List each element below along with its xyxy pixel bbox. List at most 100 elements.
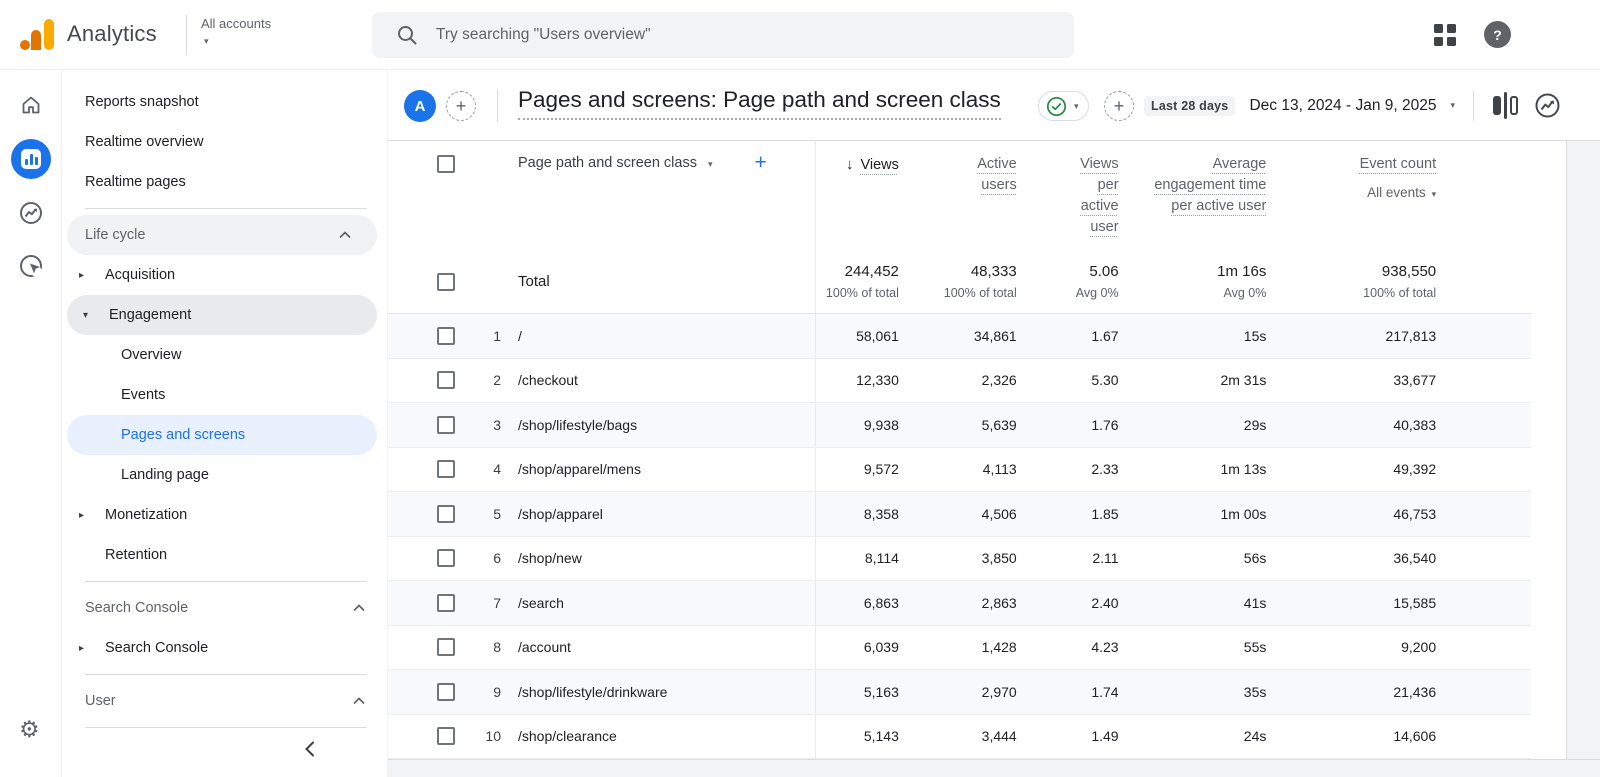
avg-engagement-value: 1m 13s [1220, 461, 1266, 477]
views-value: 58,061 [856, 328, 899, 344]
page-path: /shop/new [518, 550, 582, 566]
row-checkbox[interactable] [437, 683, 455, 701]
help-icon[interactable] [1484, 21, 1511, 48]
avg-engagement-value: 29s [1244, 417, 1267, 433]
dimension-header[interactable]: Page path and screen class [518, 155, 697, 171]
add-report-button[interactable] [1104, 91, 1134, 121]
active-users-value: 3,850 [982, 550, 1017, 566]
table-row: 1 / 58,061 34,861 1.67 15s 217,813 [388, 314, 1531, 359]
table-row: 7 /search 6,863 2,863 2.40 41s 15,585 [388, 581, 1531, 626]
row-checkbox[interactable] [437, 727, 455, 745]
row-checkbox[interactable] [437, 549, 455, 567]
avg-engagement-value: 1m 00s [1220, 506, 1266, 522]
views-per-active-user-value: 1.49 [1091, 728, 1118, 744]
sidebar-item-realtime-pages[interactable]: Realtime pages [63, 162, 387, 202]
brand-title: Analytics [67, 21, 157, 47]
sidebar-item-landing-page[interactable]: Landing page [63, 455, 387, 495]
event-count-value: 9,200 [1401, 639, 1436, 655]
check-circle-icon [1046, 96, 1067, 117]
insights-icon[interactable] [1533, 91, 1562, 120]
sidebar-nav: Reports snapshot Realtime overview Realt… [63, 70, 388, 777]
avg-engagement-value: 56s [1244, 550, 1267, 566]
date-range-value[interactable]: Dec 13, 2024 - Jan 9, 2025 [1249, 97, 1436, 115]
row-checkbox[interactable] [437, 594, 455, 612]
page-path: /search [518, 595, 564, 611]
sidebar-item-search-console[interactable]: Search Console [63, 628, 387, 668]
chevron-down-icon[interactable] [1450, 100, 1455, 111]
add-dimension-icon[interactable] [754, 154, 766, 172]
sidebar-item-label: Acquisition [105, 267, 175, 283]
column-header-views[interactable]: Views [816, 141, 899, 250]
column-header-views-per-active-user[interactable]: Views per active user [1017, 141, 1119, 250]
event-filter-select[interactable]: All events [1367, 182, 1436, 205]
home-icon[interactable] [19, 93, 43, 117]
row-checkbox[interactable] [437, 460, 455, 478]
search-bar[interactable] [372, 12, 1074, 58]
sidebar-item-engagement[interactable]: Engagement [67, 295, 377, 335]
advertising-icon[interactable] [18, 253, 44, 279]
sidebar-item-monetization[interactable]: Monetization [63, 495, 387, 535]
sidebar-item-retention[interactable]: Retention [63, 535, 387, 575]
table-row: 5 /shop/apparel 8,358 4,506 1.85 1m 00s … [388, 492, 1531, 537]
report-header: A Pages and screens: Page path and scree… [388, 70, 1600, 141]
add-comparison-button[interactable] [446, 91, 476, 121]
select-all-checkbox[interactable] [437, 155, 455, 173]
event-count-value: 40,383 [1393, 417, 1436, 433]
total-label: Total [518, 273, 550, 290]
row-checkbox[interactable] [437, 371, 455, 389]
avg-engagement-value: 55s [1244, 639, 1267, 655]
section-label: User [85, 693, 116, 709]
event-count-value: 46,753 [1393, 506, 1436, 522]
sidebar-item-label: Monetization [105, 507, 187, 523]
reports-icon[interactable] [11, 139, 51, 179]
table-body: 1 / 58,061 34,861 1.67 15s 217,813 [388, 314, 1566, 759]
chevron-down-icon [204, 34, 271, 49]
event-count-value: 33,677 [1393, 372, 1436, 388]
views-value: 6,863 [864, 595, 899, 611]
sidebar-item-acquisition[interactable]: Acquisition [63, 255, 387, 295]
compare-icon[interactable] [1492, 92, 1519, 119]
row-checkbox[interactable] [437, 327, 455, 345]
row-index: 7 [468, 595, 501, 611]
divider [1473, 91, 1474, 121]
sidebar-item-label: Overview [121, 347, 181, 363]
divider [85, 581, 367, 582]
apps-grid-icon[interactable] [1434, 24, 1456, 46]
chevron-down-icon[interactable] [708, 159, 713, 170]
row-checkbox[interactable] [437, 416, 455, 434]
expand-right-icon [79, 510, 105, 521]
column-header-avg-engagement-time[interactable]: Average engagement time per active user [1119, 141, 1267, 250]
sidebar-item-overview[interactable]: Overview [63, 335, 387, 375]
total-active-users: 48,333 [971, 263, 1017, 280]
report-status-pill[interactable] [1038, 91, 1089, 121]
expand-right-icon [79, 643, 105, 654]
account-switcher[interactable]: All accounts [201, 16, 271, 49]
sidebar-item-realtime-overview[interactable]: Realtime overview [63, 122, 387, 162]
search-input[interactable] [436, 26, 1036, 44]
row-checkbox[interactable] [437, 505, 455, 523]
avg-engagement-value: 35s [1244, 684, 1267, 700]
collapse-sidebar-icon[interactable] [301, 739, 323, 761]
views-value: 6,039 [864, 639, 899, 655]
event-count-value: 217,813 [1386, 328, 1437, 344]
chevron-up-icon [353, 697, 365, 705]
sidebar-item-events[interactable]: Events [63, 375, 387, 415]
sidebar-section-user[interactable]: User [63, 681, 387, 721]
column-header-event-count[interactable]: Event count All events [1266, 141, 1436, 250]
sidebar-section-search-console[interactable]: Search Console [63, 588, 387, 628]
views-value: 9,572 [864, 461, 899, 477]
row-checkbox[interactable] [437, 273, 455, 291]
row-checkbox[interactable] [437, 638, 455, 656]
sidebar-section-life-cycle[interactable]: Life cycle [67, 215, 377, 255]
active-users-value: 2,970 [982, 684, 1017, 700]
avatar[interactable]: A [404, 90, 436, 122]
sidebar-item-pages-and-screens[interactable]: Pages and screens [67, 415, 377, 455]
page-title[interactable]: Pages and screens: Page path and screen … [518, 87, 1001, 120]
explore-icon[interactable] [18, 200, 44, 226]
views-value: 5,143 [864, 728, 899, 744]
sidebar-item-reports-snapshot[interactable]: Reports snapshot [63, 82, 387, 122]
column-header-active-users[interactable]: Active users [899, 141, 1017, 250]
page-path: /account [518, 639, 571, 655]
page-path: /checkout [518, 372, 578, 388]
settings-gear-icon[interactable] [19, 718, 40, 742]
